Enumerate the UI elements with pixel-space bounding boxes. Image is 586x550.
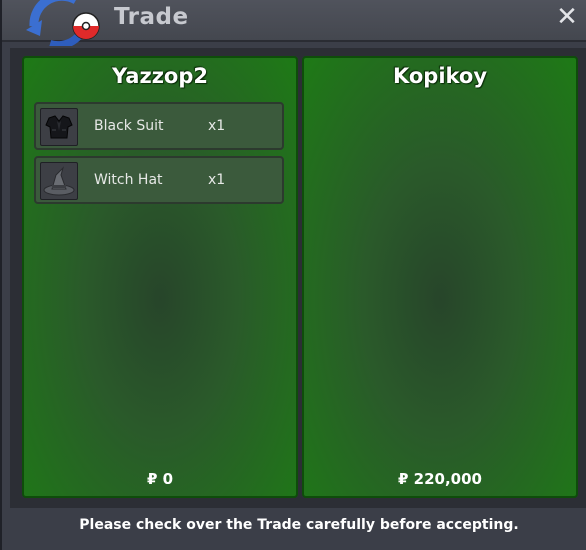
item-name: Witch Hat	[94, 172, 163, 188]
window-title: Trade	[114, 4, 189, 30]
trade-window: Trade ✕ Yazzop2 Black Suit x1 Witch Hat …	[0, 0, 586, 550]
trade-notice: Please check over the Trade carefully be…	[79, 517, 519, 533]
right-money-offer: ₽ 220,000	[398, 470, 482, 488]
item-quantity: x1	[208, 118, 226, 134]
item-quantity: x1	[208, 172, 226, 188]
item-name: Black Suit	[94, 118, 164, 134]
trade-content: Yazzop2 Black Suit x1 Witch Hat x1 ₽ 0 K…	[10, 48, 586, 508]
pokeball-swap-logo-icon	[26, 0, 100, 46]
witch-hat-icon	[40, 162, 78, 200]
left-trade-panel: Yazzop2 Black Suit x1 Witch Hat x1 ₽ 0	[22, 56, 298, 498]
title-bar[interactable]: Trade ✕	[2, 0, 586, 46]
right-player-name: Kopikoy	[392, 64, 488, 88]
left-money-offer: ₽ 0	[146, 470, 174, 488]
black-suit-icon	[40, 108, 78, 146]
trade-item-black-suit[interactable]: Black Suit x1	[34, 102, 284, 150]
close-icon[interactable]: ✕	[554, 2, 580, 32]
trade-item-witch-hat[interactable]: Witch Hat x1	[34, 156, 284, 204]
left-player-name: Yazzop2	[112, 64, 208, 88]
right-trade-panel: Kopikoy ₽ 220,000	[302, 56, 578, 498]
